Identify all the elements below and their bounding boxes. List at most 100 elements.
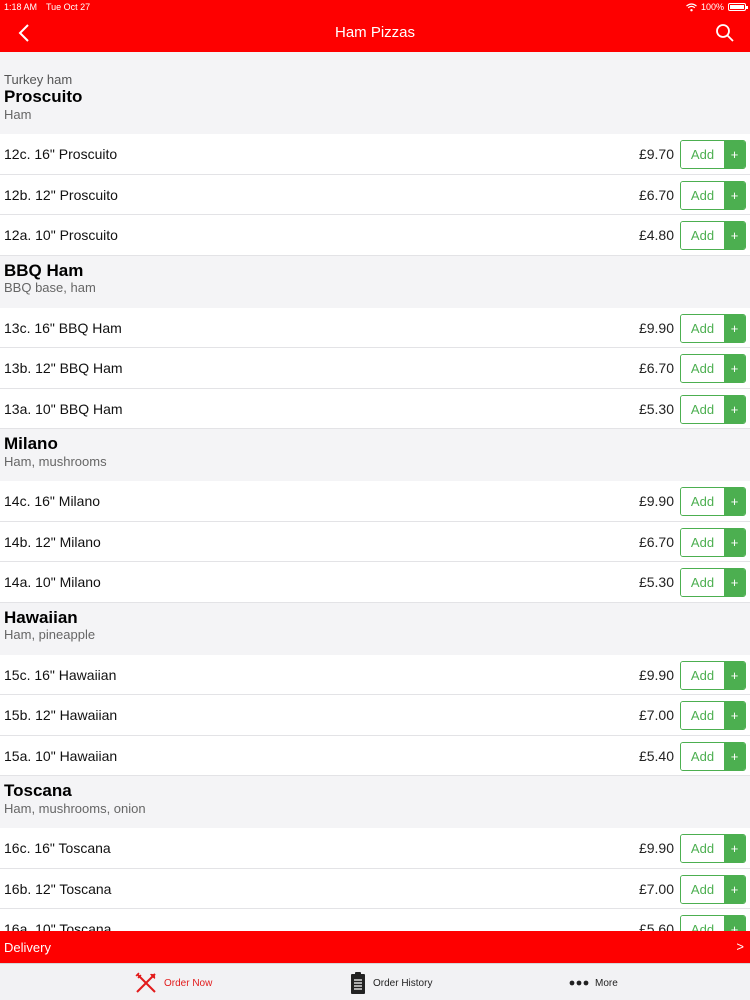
add-to-cart-button[interactable]: Add + bbox=[680, 221, 746, 250]
plus-icon: + bbox=[724, 916, 745, 931]
tab-label: More bbox=[595, 977, 618, 989]
item-name: 15b. 12" Hawaiian bbox=[4, 707, 118, 723]
add-label: Add bbox=[681, 314, 724, 342]
plus-icon: + bbox=[724, 222, 745, 249]
group-title: BBQ Ham bbox=[4, 260, 84, 280]
add-label: Add bbox=[681, 835, 724, 862]
add-to-cart-button[interactable]: Add + bbox=[680, 313, 746, 343]
group-description: Ham, pineapple bbox=[4, 627, 96, 643]
plus-icon: + bbox=[724, 141, 745, 168]
add-to-cart-button[interactable]: Add + bbox=[680, 660, 746, 690]
menu-group-header: BBQ Ham BBQ base, ham bbox=[0, 255, 750, 308]
add-label: Add bbox=[681, 916, 724, 931]
item-name: 13a. 10" BBQ Ham bbox=[4, 400, 123, 417]
add-to-cart-button[interactable]: Add + bbox=[680, 487, 746, 516]
add-to-cart-button[interactable]: Add + bbox=[680, 527, 746, 557]
item-name: 14b. 12" Milano bbox=[4, 533, 101, 550]
more-dots-icon bbox=[569, 980, 589, 986]
add-label: Add bbox=[681, 222, 724, 249]
item-price: £6.70 bbox=[638, 186, 674, 203]
group-title: Proscuito bbox=[4, 87, 83, 106]
add-to-cart-button[interactable]: Add + bbox=[680, 701, 746, 730]
plus-icon: + bbox=[724, 488, 745, 515]
item-name: 14c. 16" Milano bbox=[4, 493, 101, 509]
item-price: £5.40 bbox=[638, 747, 674, 764]
tab-bar: Order Now Order History More bbox=[0, 963, 750, 1000]
item-price: £9.90 bbox=[638, 840, 674, 856]
menu-item-row[interactable]: 13c. 16" BBQ Ham £9.90 Add + bbox=[0, 307, 750, 348]
item-price: £6.70 bbox=[638, 533, 674, 550]
menu-item-row[interactable]: 15c. 16" Hawaiian £9.90 Add + bbox=[0, 654, 750, 695]
add-label: Add bbox=[681, 355, 724, 382]
item-price: £9.90 bbox=[638, 319, 674, 336]
item-name: 16b. 12" Toscana bbox=[4, 880, 112, 897]
menu-item-row[interactable]: 12b. 12" Proscuito £6.70 Add + bbox=[0, 174, 750, 215]
menu-item-row[interactable]: 14c. 16" Milano £9.90 Add + bbox=[0, 481, 750, 522]
delivery-bar[interactable]: Delivery > bbox=[0, 931, 750, 963]
menu-item-row[interactable]: 15a. 10" Hawaiian £5.40 Add + bbox=[0, 735, 750, 776]
item-name: 16c. 16" Toscana bbox=[4, 840, 111, 856]
menu-item-row[interactable]: 13b. 12" BBQ Ham £6.70 Add + bbox=[0, 348, 750, 389]
menu-item-row[interactable]: 12c. 16" Proscuito £9.70 Add + bbox=[0, 134, 750, 175]
add-label: Add bbox=[681, 742, 724, 770]
tab-label: Order History bbox=[373, 977, 433, 989]
clipboard-icon bbox=[351, 972, 365, 994]
add-label: Add bbox=[681, 702, 724, 729]
item-name: 15c. 16" Hawaiian bbox=[4, 666, 117, 683]
fork-knife-icon bbox=[135, 972, 156, 993]
item-name: 16a. 10" Toscana bbox=[4, 921, 112, 931]
item-name: 13c. 16" BBQ Ham bbox=[4, 319, 122, 336]
tab-label: Order Now bbox=[164, 977, 213, 989]
tab-order-history[interactable]: Order History bbox=[349, 969, 432, 997]
group-title: Milano bbox=[4, 434, 58, 453]
group-description: Ham bbox=[4, 106, 32, 122]
wifi-icon bbox=[686, 2, 697, 11]
status-time: 1:18 AM bbox=[4, 2, 38, 12]
menu-item-row[interactable]: 13a. 10" BBQ Ham £5.30 Add + bbox=[0, 388, 750, 429]
add-to-cart-button[interactable]: Add + bbox=[680, 834, 746, 863]
status-date: Tue Oct 27 bbox=[46, 2, 91, 12]
item-price: £6.70 bbox=[638, 360, 674, 376]
menu-item-row[interactable]: 16c. 16" Toscana £9.90 Add + bbox=[0, 828, 750, 869]
add-to-cart-button[interactable]: Add + bbox=[680, 741, 746, 771]
add-label: Add bbox=[681, 395, 724, 423]
plus-icon: + bbox=[724, 875, 745, 903]
page-title: Ham Pizzas bbox=[334, 24, 416, 41]
plus-icon: + bbox=[724, 314, 745, 342]
group-description: Ham, mushrooms, onion bbox=[4, 800, 146, 816]
item-price: £5.60 bbox=[638, 921, 674, 931]
menu-item-row[interactable]: 16b. 12" Toscana £7.00 Add + bbox=[0, 868, 750, 909]
plus-icon: + bbox=[724, 742, 745, 770]
add-to-cart-button[interactable]: Add + bbox=[680, 354, 746, 383]
plus-icon: + bbox=[724, 355, 745, 382]
add-to-cart-button[interactable]: Add + bbox=[680, 180, 746, 210]
menu-group-header: Milano Ham, mushrooms bbox=[0, 429, 750, 481]
item-price: £5.30 bbox=[638, 574, 674, 590]
menu-item-row[interactable]: 14a. 10" Milano £5.30 Add + bbox=[0, 562, 750, 603]
search-button[interactable] bbox=[714, 22, 736, 44]
item-name: 13b. 12" BBQ Ham bbox=[4, 360, 123, 376]
item-price: £9.90 bbox=[638, 493, 674, 509]
menu-item-row[interactable]: 15b. 12" Hawaiian £7.00 Add + bbox=[0, 695, 750, 736]
battery-percent: 100% bbox=[700, 2, 724, 12]
item-price: £5.30 bbox=[638, 400, 674, 417]
group-title: Toscana bbox=[4, 781, 72, 800]
tab-order-now[interactable]: Order Now bbox=[134, 969, 212, 997]
tab-more[interactable]: More bbox=[569, 969, 618, 997]
menu-list[interactable]: Turkey ham Proscuito Ham 12c. 16" Proscuit… bbox=[0, 52, 750, 931]
add-to-cart-button[interactable]: Add + bbox=[680, 140, 746, 169]
add-label: Add bbox=[681, 488, 724, 515]
add-to-cart-button[interactable]: Add + bbox=[680, 568, 746, 597]
menu-item-row[interactable]: 16a. 10" Toscana £5.60 Add + bbox=[0, 909, 750, 931]
battery-icon bbox=[728, 3, 748, 11]
menu-item-row[interactable]: 14b. 12" Milano £6.70 Add + bbox=[0, 521, 750, 562]
status-indicators: 100% bbox=[686, 2, 748, 12]
add-to-cart-button[interactable]: Add + bbox=[680, 394, 746, 424]
menu-groups: Proscuito Ham 12c. 16" Proscuito £9.70 Add +1… bbox=[0, 82, 750, 931]
menu-group-header: Hawaiian Ham, pineapple bbox=[0, 602, 750, 655]
add-to-cart-button[interactable]: Add + bbox=[680, 874, 746, 904]
menu-item-row[interactable]: 12a. 10" Proscuito £4.80 Add + bbox=[0, 215, 750, 256]
item-name: 12b. 12" Proscuito bbox=[4, 186, 118, 203]
item-price: £7.00 bbox=[638, 707, 674, 723]
add-to-cart-button[interactable]: Add + bbox=[680, 915, 746, 931]
